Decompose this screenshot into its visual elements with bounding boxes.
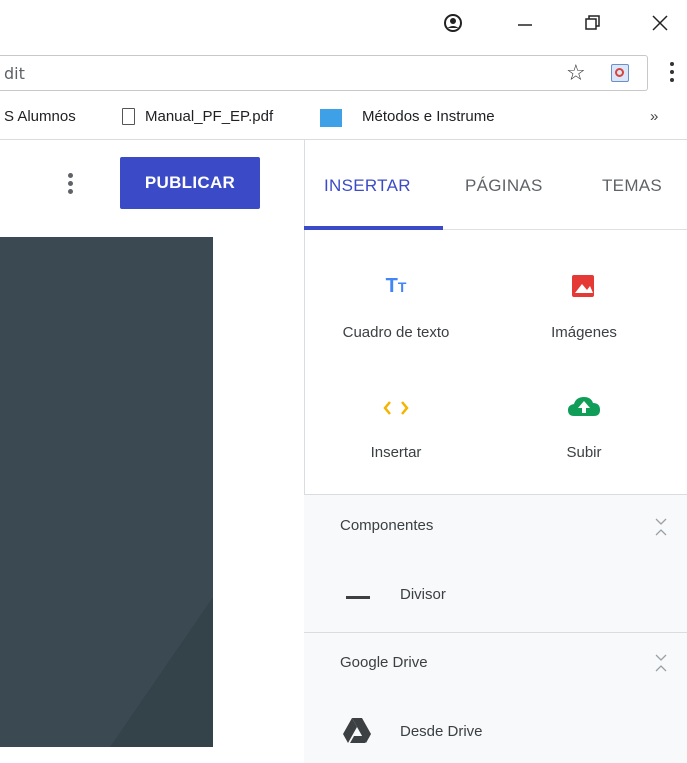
collapse-drive-icon[interactable] [654, 653, 668, 673]
minimize-icon[interactable] [505, 8, 545, 38]
bookmark-metodos[interactable]: Métodos e Instrume [362, 108, 530, 125]
tab-temas[interactable]: TEMAS [602, 176, 662, 196]
insert-text-box[interactable]: TT Cuadro de texto [306, 268, 486, 378]
insert-images[interactable]: Imágenes [494, 268, 674, 378]
browser-menu-icon[interactable] [664, 58, 680, 88]
panel-tabs: INSERTAR PÁGINAS TEMAS [304, 140, 687, 230]
image-icon [494, 268, 674, 304]
bookmark-favicon [320, 109, 342, 127]
file-icon [122, 108, 135, 125]
bookmark-manual-pdf[interactable]: Manual_PF_EP.pdf [145, 108, 273, 125]
bookmark-star-icon[interactable]: ☆ [566, 60, 586, 86]
insert-upload-label: Subir [566, 444, 602, 461]
more-bookmarks-icon[interactable]: » [650, 108, 658, 125]
address-bar-url[interactable]: dit [4, 64, 25, 83]
extension-icon[interactable] [611, 64, 629, 82]
insert-embed-label: Insertar [370, 444, 422, 461]
svg-text:TT: TT [386, 275, 407, 297]
insert-upload[interactable]: Subir [494, 388, 674, 498]
desde-drive-item[interactable]: Desde Drive [400, 723, 483, 740]
insert-grid: TT Cuadro de texto Imágenes Insertar Sub… [304, 230, 687, 494]
window-title-bar [0, 0, 687, 46]
text-box-icon: TT [306, 268, 486, 304]
insert-text-box-label: Cuadro de texto [342, 324, 450, 341]
divider-icon [346, 596, 370, 599]
embed-code-icon [306, 388, 486, 424]
close-icon[interactable] [640, 8, 680, 38]
component-divisor[interactable]: Divisor [400, 586, 446, 603]
insert-images-label: Imágenes [551, 324, 617, 341]
page-canvas[interactable] [0, 237, 213, 747]
insert-embed[interactable]: Insertar [306, 388, 486, 498]
canvas-bottom-margin [0, 747, 304, 763]
address-bar[interactable]: dit ☆ [0, 55, 648, 91]
bookmark-alumnos[interactable]: S Alumnos [4, 108, 76, 125]
components-section-title: Componentes [340, 517, 434, 534]
google-drive-section: Google Drive [304, 633, 687, 763]
publish-button[interactable]: PUBLICAR [120, 157, 260, 209]
upload-cloud-icon [494, 388, 674, 424]
canvas-shading [110, 597, 213, 747]
profile-icon[interactable] [433, 8, 473, 38]
more-options-icon[interactable] [62, 170, 78, 202]
google-drive-section-title: Google Drive [340, 654, 428, 671]
collapse-components-icon[interactable] [654, 517, 668, 537]
components-section: Componentes [304, 495, 687, 632]
restore-icon[interactable] [573, 8, 613, 38]
bookmarks-bar: S Alumnos Manual_PF_EP.pdf Métodos e Ins… [0, 98, 687, 138]
tab-paginas[interactable]: PÁGINAS [465, 176, 543, 196]
tab-insertar[interactable]: INSERTAR [324, 176, 411, 196]
google-drive-icon [343, 718, 371, 743]
